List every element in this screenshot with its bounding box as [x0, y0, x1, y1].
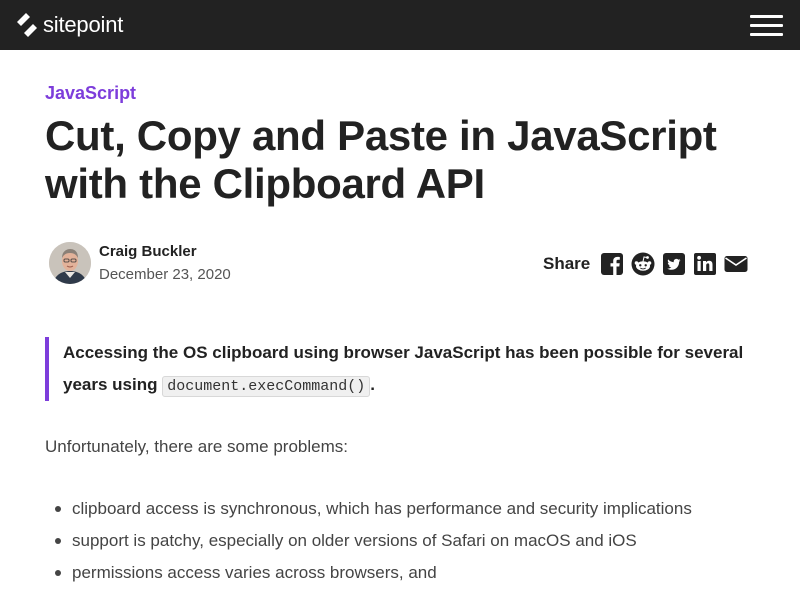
email-icon[interactable]	[724, 252, 748, 276]
hamburger-menu-icon[interactable]	[748, 12, 786, 40]
category-link[interactable]: JavaScript	[45, 83, 136, 104]
site-header: sitepoint	[0, 0, 800, 50]
inline-code: document.execCommand()	[162, 376, 371, 397]
sitepoint-logo-icon	[17, 13, 37, 37]
list-item: support is patchy, especially on older v…	[45, 527, 692, 559]
linkedin-icon[interactable]	[693, 252, 717, 276]
twitter-icon[interactable]	[662, 252, 686, 276]
intro-line-2: years using document.execCommand().	[63, 369, 745, 403]
share-label: Share	[543, 254, 591, 273]
facebook-icon[interactable]	[600, 252, 624, 276]
list-item: clipboard access is synchronous, which h…	[45, 495, 692, 527]
author-avatar[interactable]	[49, 242, 91, 284]
reddit-icon[interactable]	[631, 252, 655, 276]
site-logo-link[interactable]: sitepoint	[15, 10, 123, 40]
intro-line-2-prefix: years using	[63, 375, 163, 394]
person-photo-icon	[49, 242, 91, 284]
brand-name: sitepoint	[43, 12, 124, 37]
post-date: December 23, 2020	[99, 266, 231, 283]
body-paragraph: Unfortunately, there are some problems:	[45, 437, 348, 456]
intro-blockquote: Accessing the OS clipboard using browser…	[45, 337, 745, 401]
problems-list: clipboard access is synchronous, which h…	[45, 495, 692, 591]
list-item: permissions access varies across browser…	[45, 559, 692, 591]
author-name[interactable]: Craig Buckler	[99, 243, 197, 260]
intro-line-1: Accessing the OS clipboard using browser…	[63, 343, 744, 362]
article-title: Cut, Copy and Paste in JavaScript with t…	[45, 112, 717, 207]
intro-line-2-suffix: .	[370, 375, 375, 394]
share-bar: Share	[543, 252, 748, 276]
